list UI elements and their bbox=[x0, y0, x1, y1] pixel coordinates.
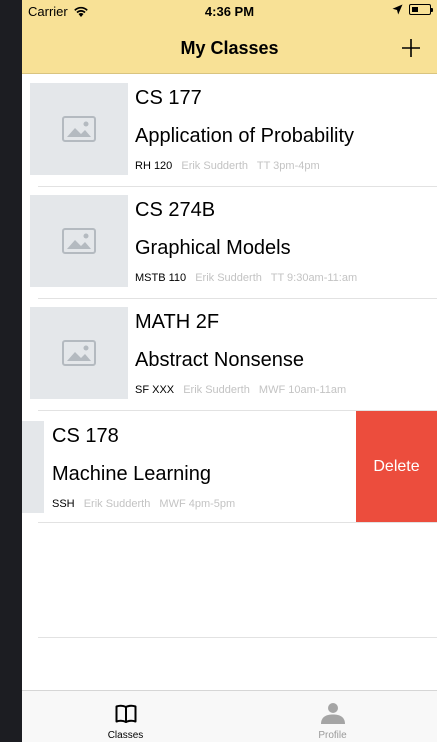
tab-bar: Classes Profile bbox=[22, 690, 437, 742]
course-code: CS 274B bbox=[135, 199, 216, 221]
course-code: CS 177 bbox=[135, 87, 202, 109]
room-label: MSTB 110 bbox=[135, 272, 187, 284]
course-code: MATH 2F bbox=[135, 311, 220, 333]
person-icon bbox=[320, 703, 345, 724]
clock: 4:36 PM bbox=[204, 4, 255, 19]
image-placeholder-icon bbox=[62, 340, 96, 366]
book-icon bbox=[115, 704, 136, 723]
delete-button[interactable]: Delete bbox=[356, 411, 437, 523]
class-thumbnail bbox=[22, 421, 44, 513]
class-thumbnail bbox=[30, 307, 128, 399]
schedule-label: TT 9:30am-11:am bbox=[270, 272, 358, 284]
course-name: Abstract Nonsense bbox=[135, 349, 304, 371]
plus-icon bbox=[402, 39, 420, 57]
schedule-label: TT 3pm-4pm bbox=[256, 160, 320, 172]
class-details: MSTB 110 Erik Sudderth TT 9:30am-11:am bbox=[135, 272, 363, 284]
image-placeholder-icon bbox=[62, 228, 96, 254]
room-label: SSH bbox=[52, 498, 75, 510]
status-indicators bbox=[392, 4, 433, 15]
page-title: My Classes bbox=[180, 38, 279, 58]
battery-icon bbox=[409, 4, 433, 15]
tab-profile[interactable]: Profile bbox=[229, 691, 436, 742]
image-placeholder-icon bbox=[62, 116, 96, 142]
instructor-label: Erik Sudderth bbox=[183, 384, 250, 396]
add-class-button[interactable] bbox=[395, 32, 427, 64]
class-details: SF XXX Erik Sudderth MWF 10am-11am bbox=[135, 384, 352, 396]
instructor-label: Erik Sudderth bbox=[181, 160, 249, 172]
instructor-label: Erik Sudderth bbox=[195, 272, 262, 284]
schedule-label: MWF 4pm-5pm bbox=[159, 498, 236, 510]
class-row[interactable]: CS 177 Application of Probability RH 120… bbox=[22, 75, 437, 187]
class-row-swiped[interactable]: CS 178 Machine Learning SSH Erik Suddert… bbox=[22, 411, 437, 523]
navigation-bar: Carrier 4:36 PM My Classes bbox=[22, 0, 437, 74]
schedule-label: MWF 10am-11am bbox=[258, 384, 347, 396]
class-thumbnail bbox=[30, 195, 128, 287]
room-label: SF XXX bbox=[135, 384, 175, 396]
course-name: Graphical Models bbox=[135, 237, 291, 259]
location-arrow-icon bbox=[392, 4, 403, 15]
instructor-label: Erik Sudderth bbox=[83, 498, 151, 510]
room-label: RH 120 bbox=[135, 160, 173, 172]
tab-classes[interactable]: Classes bbox=[22, 691, 229, 742]
class-row[interactable]: CS 274B Graphical Models MSTB 110 Erik S… bbox=[22, 187, 437, 299]
course-name: Machine Learning bbox=[52, 463, 211, 485]
course-code: CS 178 bbox=[52, 425, 119, 447]
class-row[interactable]: MATH 2F Abstract Nonsense SF XXX Erik Su… bbox=[22, 299, 437, 411]
status-bar: Carrier 4:36 PM bbox=[22, 0, 437, 22]
tab-label: Classes bbox=[107, 730, 144, 741]
class-thumbnail bbox=[30, 83, 128, 175]
class-details: SSH Erik Sudderth MWF 4pm-5pm bbox=[52, 498, 241, 510]
row-divider bbox=[38, 522, 437, 523]
row-divider bbox=[38, 637, 437, 638]
course-name: Application of Probability bbox=[135, 125, 355, 147]
tab-label: Profile bbox=[318, 730, 347, 741]
class-details: RH 120 Erik Sudderth TT 3pm-4pm bbox=[135, 160, 326, 172]
app-screen: Carrier 4:36 PM My Classes CS 177 Applic… bbox=[22, 0, 437, 742]
